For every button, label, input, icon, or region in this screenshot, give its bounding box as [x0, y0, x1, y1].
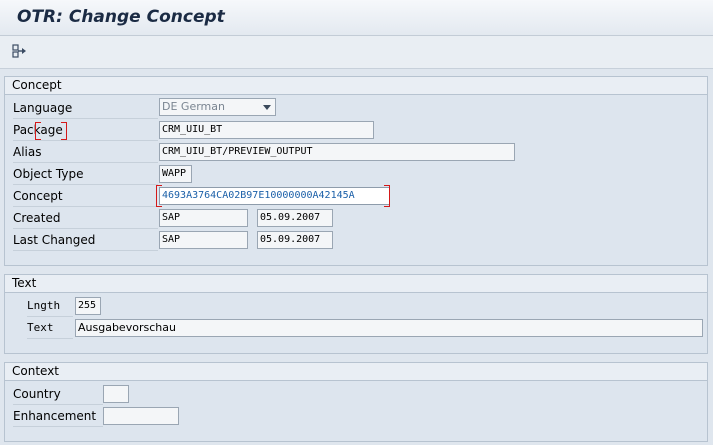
country-label: Country: [13, 384, 103, 405]
alias-label: Alias: [13, 142, 158, 163]
focus-marker-icon: [61, 122, 67, 140]
country-field[interactable]: [103, 385, 129, 403]
window-title: OTR: Change Concept: [17, 7, 225, 27]
chevron-down-icon[interactable]: [263, 105, 271, 110]
text-group-header: Text: [5, 275, 707, 293]
context-group: Context Country Enhancement: [4, 362, 708, 442]
text-group: Text Lngth 255 Text Ausgabevorschau: [4, 274, 708, 354]
created-by-field[interactable]: SAP: [159, 209, 248, 227]
language-value: DE German: [162, 100, 225, 113]
concept-group: Concept Language DE German Package CRM_U…: [4, 76, 708, 266]
length-field[interactable]: 255: [75, 297, 101, 315]
text-label: Text: [27, 318, 73, 339]
enhancement-label: Enhancement: [13, 406, 103, 427]
concept-field[interactable]: 4693A3764CA02B97E10000000A42145A: [159, 187, 390, 205]
navigate-icon[interactable]: [11, 42, 29, 60]
language-dropdown[interactable]: DE German: [159, 98, 276, 116]
last-changed-by-field[interactable]: SAP: [159, 231, 248, 249]
enhancement-field[interactable]: [103, 407, 179, 425]
last-changed-label: Last Changed: [13, 230, 158, 251]
alias-field[interactable]: CRM_UIU_BT/PREVIEW_OUTPUT: [159, 143, 515, 161]
last-changed-date-field[interactable]: 05.09.2007: [257, 231, 333, 249]
text-field[interactable]: Ausgabevorschau: [75, 319, 703, 337]
object-type-label: Object Type: [13, 164, 158, 185]
package-field[interactable]: CRM_UIU_BT: [159, 121, 374, 139]
concept-group-header: Concept: [5, 77, 707, 95]
title-bar: OTR: Change Concept: [0, 0, 713, 36]
language-label: Language: [13, 98, 158, 119]
application-toolbar: [0, 36, 713, 69]
focus-marker-icon: [384, 185, 390, 207]
concept-label: Concept: [13, 186, 158, 207]
object-type-field[interactable]: WAPP: [159, 165, 192, 183]
length-label: Lngth: [27, 296, 73, 317]
created-label: Created: [13, 208, 158, 229]
context-group-header: Context: [5, 363, 707, 381]
created-date-field[interactable]: 05.09.2007: [257, 209, 333, 227]
focus-marker-icon: [35, 122, 41, 140]
focus-marker-icon: [156, 185, 162, 207]
